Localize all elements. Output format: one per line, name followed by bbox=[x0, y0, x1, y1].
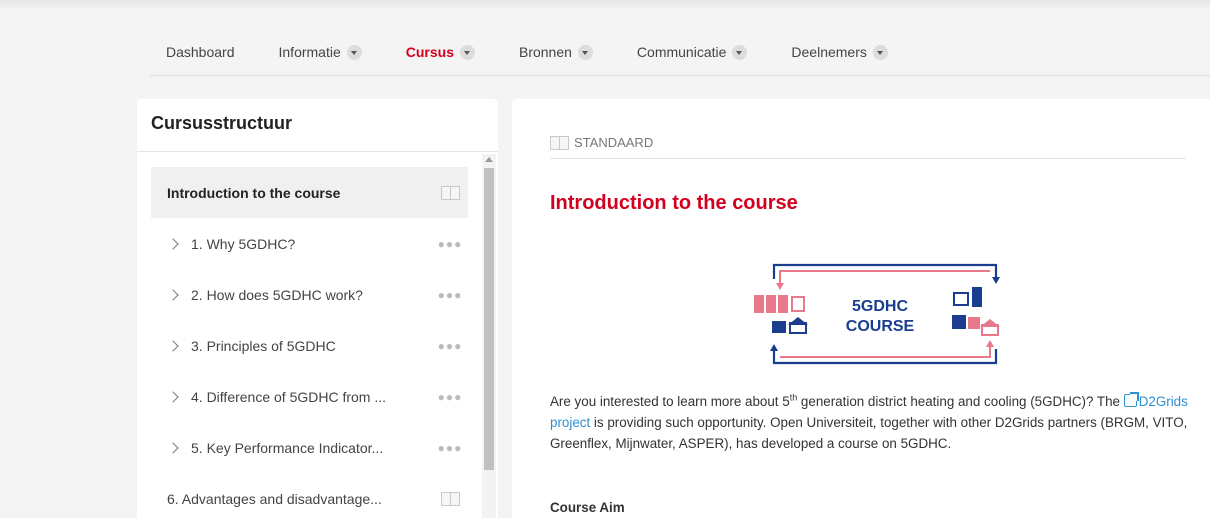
content-type-header: STANDAARD bbox=[550, 135, 1186, 159]
nav-label: Informatie bbox=[278, 44, 341, 60]
panel-title: Cursusstructuur bbox=[151, 113, 293, 133]
content-panel: STANDAARD Introduction to the course 5GD… bbox=[512, 99, 1210, 518]
book-icon bbox=[550, 136, 569, 150]
nav-communicatie[interactable]: Communicatie bbox=[636, 32, 748, 72]
scrollbar[interactable] bbox=[482, 154, 496, 518]
tree-item-label: 1. Why 5GDHC? bbox=[191, 235, 296, 252]
course-tree: Introduction to the course 1. Why 5GDHC?… bbox=[151, 167, 468, 518]
main-nav: Dashboard Informatie Cursus Bronnen Comm… bbox=[150, 32, 1210, 76]
tree-item-label: 6. Advantages and disadvantage... bbox=[167, 490, 382, 507]
tree-item-2[interactable]: 2. How does 5GDHC work? ●●● bbox=[151, 269, 468, 320]
tree-item-label: 4. Difference of 5GDHC from ... bbox=[191, 388, 387, 405]
tree-item-4[interactable]: 4. Difference of 5GDHC from ... ●●● bbox=[151, 371, 468, 422]
more-icon[interactable]: ●●● bbox=[432, 288, 468, 302]
tree-item-6[interactable]: 6. Advantages and disadvantage... bbox=[151, 473, 468, 518]
caret-down-icon bbox=[459, 44, 475, 60]
tree-item-5[interactable]: 5. Key Performance Indicator... ●●● bbox=[151, 422, 468, 473]
banner-line2: COURSE bbox=[846, 318, 915, 335]
nav-cursus[interactable]: Cursus bbox=[406, 32, 475, 72]
more-icon[interactable]: ●●● bbox=[432, 441, 468, 455]
tree-item-label: 2. How does 5GDHC work? bbox=[191, 286, 363, 303]
intro-paragraph: Are you interested to learn more about 5… bbox=[550, 392, 1188, 451]
more-icon[interactable]: ●●● bbox=[432, 390, 468, 404]
course-structure-panel: Cursusstructuur Introduction to the cour… bbox=[137, 99, 498, 518]
nav-deelnemers[interactable]: Deelnemers bbox=[791, 32, 888, 72]
chevron-right-icon[interactable] bbox=[167, 390, 179, 403]
caret-down-icon bbox=[346, 44, 362, 60]
chevron-right-icon[interactable] bbox=[167, 288, 179, 301]
chevron-right-icon[interactable] bbox=[167, 237, 179, 250]
content-title: Introduction to the course bbox=[550, 192, 798, 214]
nav-bronnen[interactable]: Bronnen bbox=[519, 32, 593, 72]
nav-label: Bronnen bbox=[518, 44, 572, 60]
course-aim-heading: Course Aim bbox=[550, 500, 625, 515]
nav-label: Deelnemers bbox=[791, 44, 867, 60]
tree-item-3[interactable]: 3. Principles of 5GDHC ●●● bbox=[151, 320, 468, 371]
nav-label: Cursus bbox=[405, 44, 454, 60]
course-banner-image: 5GDHC COURSE bbox=[754, 263, 1000, 365]
divider bbox=[137, 151, 498, 152]
content-type-label: STANDAARD bbox=[574, 135, 654, 150]
nav-label: Dashboard bbox=[166, 44, 235, 60]
external-link-icon bbox=[1123, 392, 1139, 407]
chevron-right-icon[interactable] bbox=[167, 441, 179, 454]
nav-label: Communicatie bbox=[636, 44, 727, 60]
caret-down-icon bbox=[872, 44, 888, 60]
scroll-up-icon[interactable] bbox=[485, 157, 493, 162]
tree-item-label: Introduction to the course bbox=[167, 184, 341, 201]
banner-line1: 5GDHC bbox=[852, 298, 908, 315]
book-icon bbox=[441, 186, 460, 200]
caret-down-icon bbox=[577, 44, 593, 60]
chevron-right-icon[interactable] bbox=[167, 339, 179, 352]
caret-down-icon bbox=[732, 44, 748, 60]
book-icon bbox=[441, 492, 460, 506]
topbar-shadow bbox=[0, 0, 1210, 10]
nav-informatie[interactable]: Informatie bbox=[279, 32, 362, 72]
scrollbar-thumb[interactable] bbox=[484, 168, 494, 470]
tree-item-1[interactable]: 1. Why 5GDHC? ●●● bbox=[151, 218, 468, 269]
more-icon[interactable]: ●●● bbox=[432, 237, 468, 251]
tree-item-label: 3. Principles of 5GDHC bbox=[191, 337, 336, 354]
more-icon[interactable]: ●●● bbox=[432, 339, 468, 353]
tree-item-introduction[interactable]: Introduction to the course bbox=[151, 167, 468, 218]
nav-dashboard[interactable]: Dashboard bbox=[166, 32, 235, 72]
tree-item-label: 5. Key Performance Indicator... bbox=[191, 439, 384, 456]
